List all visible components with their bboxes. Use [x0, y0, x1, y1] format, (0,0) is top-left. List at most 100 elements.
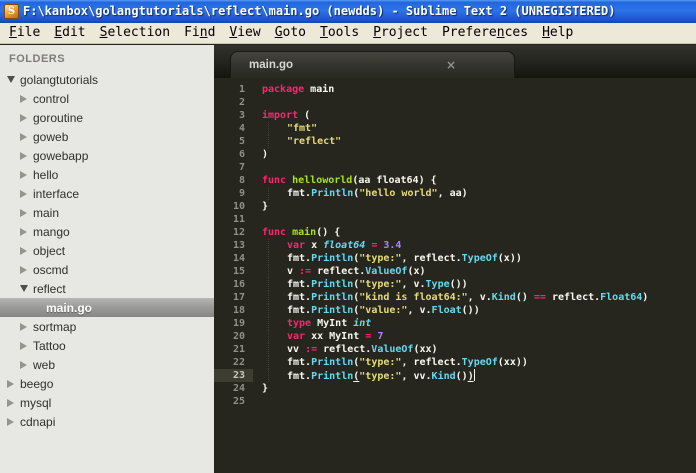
folder-collapsed-icon[interactable]	[20, 95, 33, 103]
line-number: 4	[238, 123, 245, 134]
code-line-21[interactable]: 21 vv := reflect.ValueOf(xx)	[214, 343, 696, 356]
titlebar[interactable]: S F:\kanbox\golangtutorials\reflect\main…	[0, 0, 696, 23]
tree-item-beego[interactable]: beego	[0, 374, 214, 393]
tree-item-main-go[interactable]: main.go	[0, 298, 214, 317]
folder-collapsed-icon[interactable]	[20, 114, 33, 122]
code-area[interactable]: 1 package main 2 3 import (4 "fmt" 5 "reflect" 6…	[214, 78, 696, 473]
tree-item-oscmd[interactable]: oscmd	[0, 260, 214, 279]
code-line-12[interactable]: 12 func main() {	[214, 226, 696, 239]
line-number: 13	[232, 240, 245, 251]
tree-item-main[interactable]: main	[0, 203, 214, 222]
tree-item-cdnapi[interactable]: cdnapi	[0, 412, 214, 431]
tree-item-web[interactable]: web	[0, 355, 214, 374]
tree-item-mango[interactable]: mango	[0, 222, 214, 241]
folder-expanded-icon[interactable]	[20, 285, 33, 292]
code-line-18[interactable]: 18 fmt.Println("value:", v.Float())	[214, 304, 696, 317]
code-line-5[interactable]: 5 "reflect"	[214, 135, 696, 148]
tree-item-goroutine[interactable]: goroutine	[0, 108, 214, 127]
folder-collapsed-icon[interactable]	[20, 190, 33, 198]
code-line-15[interactable]: 15 v := reflect.ValueOf(x)	[214, 265, 696, 278]
folder-collapsed-icon[interactable]	[20, 361, 33, 369]
indent-guide	[268, 330, 287, 343]
tree-item-tattoo[interactable]: Tattoo	[0, 336, 214, 355]
code-text: fmt.Println("value:", v.Float())	[253, 304, 480, 317]
code-line-6[interactable]: 6)	[214, 148, 696, 161]
tree-item-label: mango	[33, 224, 70, 239]
line-number: 7	[238, 162, 245, 173]
folder-collapsed-icon[interactable]	[20, 228, 33, 236]
menu-item-help[interactable]: Help	[535, 23, 580, 43]
tree-item-golangtutorials[interactable]: golangtutorials	[0, 70, 214, 89]
tab-main-go[interactable]: main.go ×	[230, 51, 515, 78]
tree-item-label: goweb	[33, 129, 69, 144]
code-line-13[interactable]: 13 var x float64 = 3.4	[214, 239, 696, 252]
code-line-8[interactable]: 8 func helloworld(aa float64) {	[214, 174, 696, 187]
code-text: fmt.Println("hello world", aa)	[253, 187, 468, 200]
indent-guide	[268, 317, 287, 330]
folder-collapsed-icon[interactable]	[20, 266, 33, 274]
folder-expanded-icon[interactable]	[7, 76, 20, 83]
folder-collapsed-icon[interactable]	[7, 399, 20, 407]
tree-item-label: Tattoo	[33, 338, 66, 353]
line-number: 17	[232, 292, 245, 303]
line-number: 10	[232, 201, 245, 212]
code-text: }	[262, 201, 269, 212]
menu-item-file[interactable]: File	[2, 23, 47, 43]
code-line-23[interactable]: 23 fmt.Println("type:", vv.Kind())	[214, 369, 696, 382]
folder-collapsed-icon[interactable]	[20, 152, 33, 160]
tree-item-mysql[interactable]: mysql	[0, 393, 214, 412]
folder-collapsed-icon[interactable]	[20, 133, 33, 141]
folder-collapsed-icon[interactable]	[20, 171, 33, 179]
folder-collapsed-icon[interactable]	[20, 323, 33, 331]
code-line-20[interactable]: 20 var xx MyInt = 7	[214, 330, 696, 343]
line-number: 3	[238, 110, 245, 121]
code-line-22[interactable]: 22 fmt.Println("type:", reflect.TypeOf(xx…	[214, 356, 696, 369]
tree-item-label: main.go	[46, 300, 93, 315]
code-line-14[interactable]: 14 fmt.Println("type:", reflect.TypeOf(x)…	[214, 252, 696, 265]
indent-guide	[268, 291, 287, 304]
code-text: fmt.Println("type:", reflect.TypeOf(xx))	[253, 356, 528, 369]
folder-collapsed-icon[interactable]	[20, 247, 33, 255]
folder-collapsed-icon[interactable]	[7, 418, 20, 426]
tree-item-object[interactable]: object	[0, 241, 214, 260]
code-line-7[interactable]: 7	[214, 161, 696, 174]
tree-item-label: main	[33, 205, 60, 220]
code-line-2[interactable]: 2	[214, 96, 696, 109]
code-line-19[interactable]: 19 type MyInt int	[214, 317, 696, 330]
menu-item-view[interactable]: View	[222, 23, 267, 43]
code-line-17[interactable]: 17 fmt.Println("kind is float64:", v.Kind…	[214, 291, 696, 304]
tree-item-hello[interactable]: hello	[0, 165, 214, 184]
tree-item-goweb[interactable]: goweb	[0, 127, 214, 146]
tree-item-reflect[interactable]: reflect	[0, 279, 214, 298]
menu-item-project[interactable]: Project	[366, 23, 435, 43]
tree-item-gowebapp[interactable]: gowebapp	[0, 146, 214, 165]
tree-item-interface[interactable]: interface	[0, 184, 214, 203]
code-line-25[interactable]: 25	[214, 395, 696, 408]
menu-item-tools[interactable]: Tools	[313, 23, 366, 43]
code-line-10[interactable]: 10}	[214, 200, 696, 213]
indent-guide	[268, 187, 287, 200]
code-line-16[interactable]: 16 fmt.Println("type:", v.Type())	[214, 278, 696, 291]
line-number: 5	[238, 136, 245, 147]
code-line-9[interactable]: 9 fmt.Println("hello world", aa)	[214, 187, 696, 200]
menu-item-preferences[interactable]: Preferences	[435, 23, 535, 43]
code-line-11[interactable]: 11	[214, 213, 696, 226]
code-line-4[interactable]: 4 "fmt"	[214, 122, 696, 135]
tab-close-icon[interactable]: ×	[446, 58, 456, 72]
tree-item-label: cdnapi	[20, 414, 56, 429]
folder-collapsed-icon[interactable]	[20, 209, 33, 217]
code-line-1[interactable]: 1 package main	[214, 83, 696, 96]
menu-item-edit[interactable]: Edit	[47, 23, 92, 43]
menu-item-goto[interactable]: Goto	[268, 23, 313, 43]
code-line-24[interactable]: 24}	[214, 382, 696, 395]
folder-collapsed-icon[interactable]	[20, 342, 33, 350]
code-line-3[interactable]: 3 import (	[214, 109, 696, 122]
menu-item-find[interactable]: Find	[177, 23, 222, 43]
folder-collapsed-icon[interactable]	[7, 380, 20, 388]
tree-item-control[interactable]: control	[0, 89, 214, 108]
indent-guide	[268, 135, 287, 148]
tree-item-sortmap[interactable]: sortmap	[0, 317, 214, 336]
menu-item-selection[interactable]: Selection	[93, 23, 177, 43]
